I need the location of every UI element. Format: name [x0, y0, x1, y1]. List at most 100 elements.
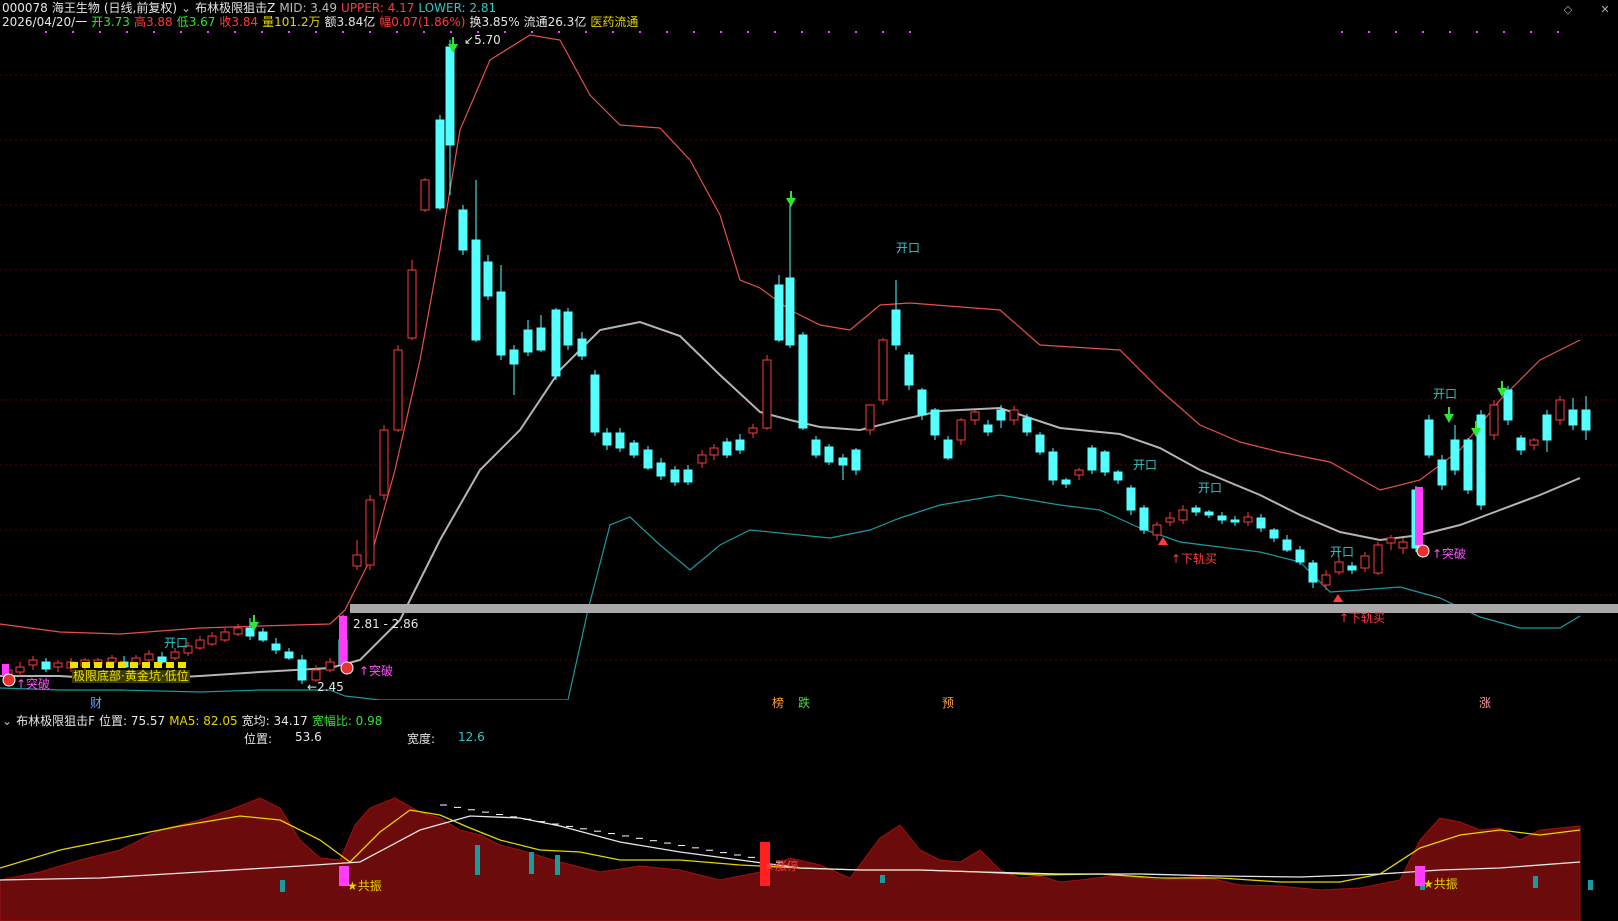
top-dot [504, 31, 506, 33]
lower-rail-buy-label-2: ↑下轨买 [1339, 611, 1386, 625]
range-label: 2.81 - 2.86 [353, 617, 419, 631]
high-price-label: ↙5.70 [464, 33, 501, 47]
top-dot [639, 31, 641, 33]
candle-down [458, 209, 468, 251]
top-dot [1476, 31, 1478, 33]
bottom-signal-box [82, 662, 90, 668]
candle-down [1256, 517, 1266, 529]
candle-down [917, 389, 927, 416]
candle-down [904, 354, 914, 386]
candle-down [471, 239, 481, 341]
candle-down [1022, 417, 1032, 433]
top-dot [99, 31, 101, 33]
candle-down [1424, 419, 1434, 456]
candle-down [271, 643, 281, 651]
candle-up [970, 411, 980, 421]
bottom-signal-box [106, 662, 114, 668]
candle-down [157, 656, 167, 663]
candle-down [509, 349, 519, 365]
candle-up [365, 499, 375, 566]
candle-down [1204, 511, 1214, 516]
candle-down [577, 338, 587, 357]
top-dot [72, 31, 74, 33]
top-dot [126, 31, 128, 33]
candle-up [1009, 409, 1019, 421]
support-band-bar [350, 604, 1618, 613]
top-dot [531, 31, 533, 33]
candle-up [220, 631, 230, 641]
candle-down [683, 469, 693, 483]
breakout-candle [339, 616, 347, 665]
candle-up [420, 179, 430, 211]
kaikou-label-1: 开口 [164, 636, 189, 650]
candle-down [1347, 565, 1357, 571]
lower-rail-buy-label-1: ↑下轨买 [1171, 552, 1218, 566]
top-dot [1422, 31, 1424, 33]
top-dot [747, 31, 749, 33]
candle-down [722, 441, 732, 456]
bottom-signal-box [166, 662, 174, 668]
candle-down [996, 409, 1006, 421]
breakout-ball [2, 673, 16, 687]
candle-down [41, 661, 51, 670]
candle-up [1555, 399, 1565, 421]
candle-down [838, 457, 848, 466]
candle-up [1321, 574, 1331, 586]
candle-up [1152, 524, 1162, 536]
candle-up [1178, 509, 1188, 521]
candle-down [774, 284, 784, 341]
candle-down [1295, 549, 1305, 563]
candle-down [1217, 515, 1227, 521]
breakout-candle [1415, 487, 1423, 545]
candle-up [1386, 537, 1396, 544]
bottom-signal-label: 极限底部·黄金坑·低位 [72, 669, 190, 683]
breakout-label-1: ↑突破 [16, 677, 51, 691]
candle-down [536, 327, 546, 351]
candle-down [1516, 437, 1526, 451]
candle-down [983, 424, 993, 433]
top-dot [1530, 31, 1532, 33]
candle-up [28, 659, 38, 666]
kaikou-label-5: 开口 [1330, 545, 1355, 559]
top-dot [396, 31, 398, 33]
candle-up [1074, 469, 1084, 476]
top-dot [261, 31, 263, 33]
breakout-ball [340, 661, 354, 675]
candle-down [1191, 507, 1201, 513]
candle-up [1165, 517, 1175, 523]
top-dot [288, 31, 290, 33]
top-dot [909, 31, 911, 33]
candle-up [53, 662, 63, 668]
candle-down [1568, 409, 1578, 426]
candle-up [1334, 561, 1344, 573]
candle-up [393, 349, 403, 431]
candle-up [1373, 544, 1383, 574]
candle-up [144, 653, 154, 661]
top-dot [1341, 31, 1343, 33]
top-dot [693, 31, 695, 33]
sub-indicator-chart[interactable] [0, 700, 1618, 921]
candle-down [943, 439, 953, 459]
candle-down [258, 631, 268, 641]
price-chart[interactable] [0, 0, 1618, 700]
bottom-signal-box [94, 662, 102, 668]
candle-up [865, 404, 875, 431]
candle-down [1126, 487, 1136, 511]
top-dot [207, 31, 209, 33]
top-dot [180, 31, 182, 33]
top-dot [1368, 31, 1370, 33]
resonance-label-1: ★共振 [347, 879, 382, 893]
candle-down [615, 432, 625, 449]
candle-down [1450, 439, 1460, 471]
candle-down [1061, 479, 1071, 485]
top-dot [855, 31, 857, 33]
width-bar [1588, 880, 1593, 890]
top-dot [315, 31, 317, 33]
kaikou-label-2: 开口 [896, 241, 921, 255]
candle-down [1542, 414, 1552, 441]
candle-up [379, 429, 389, 496]
resonance-label-2: ★共振 [1423, 877, 1458, 891]
breakout-ball [1416, 544, 1430, 558]
candle-down [670, 469, 680, 483]
kaikou-label-6: 开口 [1433, 387, 1458, 401]
